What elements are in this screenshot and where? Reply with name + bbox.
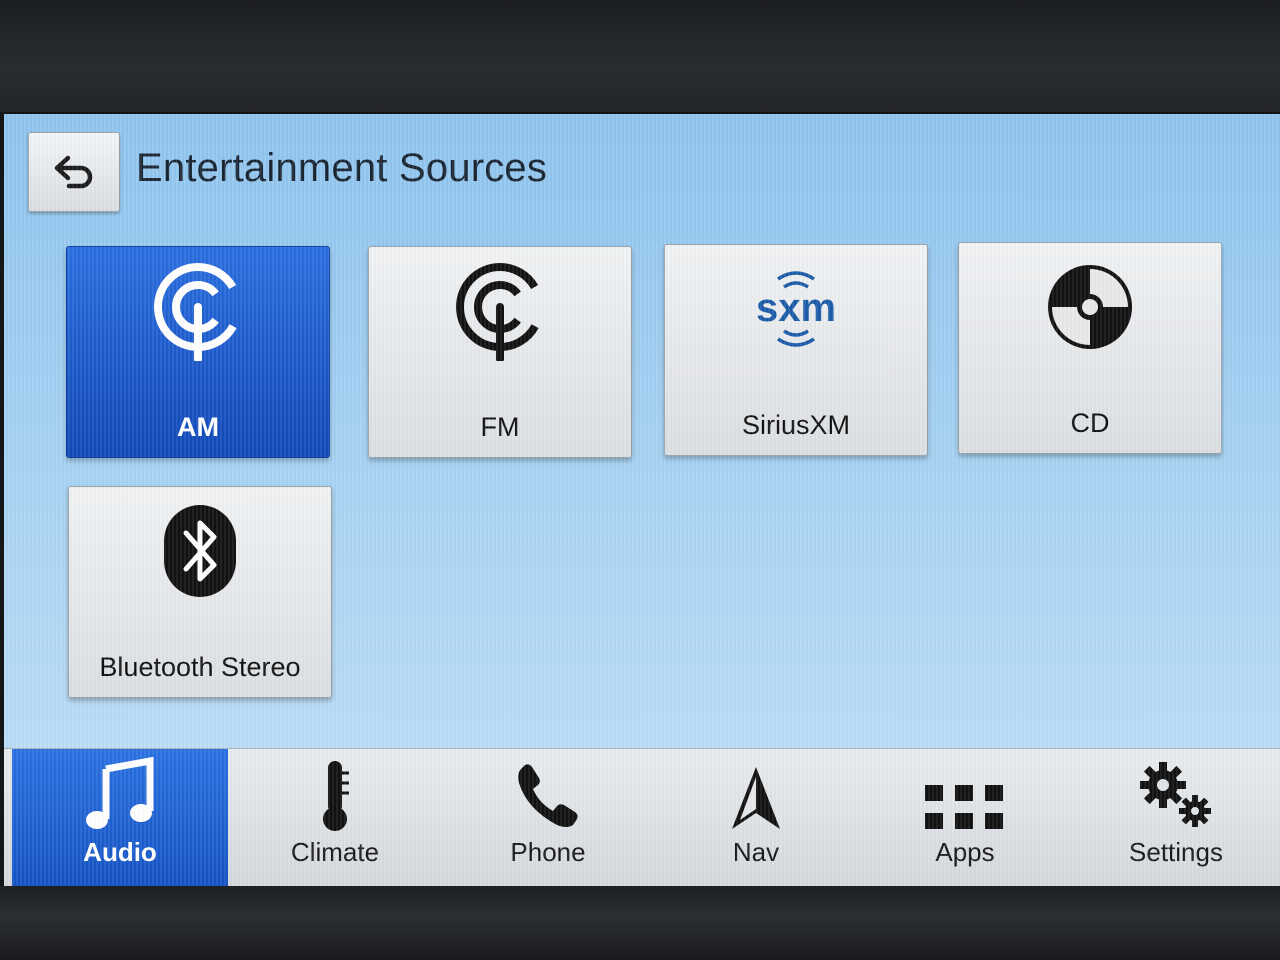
bottom-nav-bar: Audio Climate Phone Nav Apps Settings — [4, 748, 1280, 886]
fm-radio-icon — [456, 263, 544, 361]
nav-label: Settings — [1129, 837, 1223, 867]
source-tile-siriusxm[interactable]: sxm SiriusXM — [664, 244, 928, 456]
siriusxm-logo-text: sxm — [756, 286, 836, 330]
source-label: SiriusXM — [741, 410, 850, 440]
cd-disc-icon — [1048, 265, 1132, 349]
source-tile-am[interactable]: AM — [66, 246, 330, 458]
infotainment-screen: Entertainment Sources AM FM sxm SiriusXM… — [4, 114, 1280, 886]
source-label: CD — [1070, 408, 1110, 438]
apps-grid-icon — [925, 785, 1003, 829]
bluetooth-icon — [164, 505, 236, 597]
nav-navigation[interactable]: Nav — [654, 749, 858, 886]
phone-handset-icon — [518, 764, 578, 827]
nav-label: Climate — [290, 837, 380, 867]
back-arrow-icon — [54, 155, 93, 189]
source-tile-bluetooth-stereo[interactable]: Bluetooth Stereo — [68, 486, 332, 698]
display-bezel-top — [0, 0, 1280, 112]
source-tile-cd[interactable]: CD — [958, 242, 1222, 454]
source-label: Bluetooth Stereo — [99, 652, 301, 682]
source-label: FM — [480, 412, 520, 442]
music-note-icon — [86, 757, 154, 829]
nav-label: Audio — [83, 837, 157, 867]
gears-icon — [1140, 762, 1211, 827]
display-bezel-bottom — [0, 886, 1280, 960]
siriusxm-logo: sxm — [756, 271, 836, 347]
back-button[interactable] — [28, 132, 120, 212]
nav-settings[interactable]: Settings — [1072, 749, 1280, 886]
nav-label: Phone — [510, 837, 586, 867]
nav-label: Nav — [732, 837, 780, 867]
navigation-arrow-icon — [732, 767, 780, 829]
nav-audio[interactable]: Audio — [12, 749, 228, 886]
nav-climate[interactable]: Climate — [228, 749, 442, 886]
thermometer-icon — [323, 761, 349, 831]
nav-apps[interactable]: Apps — [858, 749, 1072, 886]
page-title: Entertainment Sources — [136, 146, 548, 190]
nav-label: Apps — [935, 837, 995, 867]
am-radio-icon — [154, 263, 242, 361]
nav-phone[interactable]: Phone — [442, 749, 654, 886]
source-label: AM — [177, 412, 219, 442]
source-tile-fm[interactable]: FM — [368, 246, 632, 458]
